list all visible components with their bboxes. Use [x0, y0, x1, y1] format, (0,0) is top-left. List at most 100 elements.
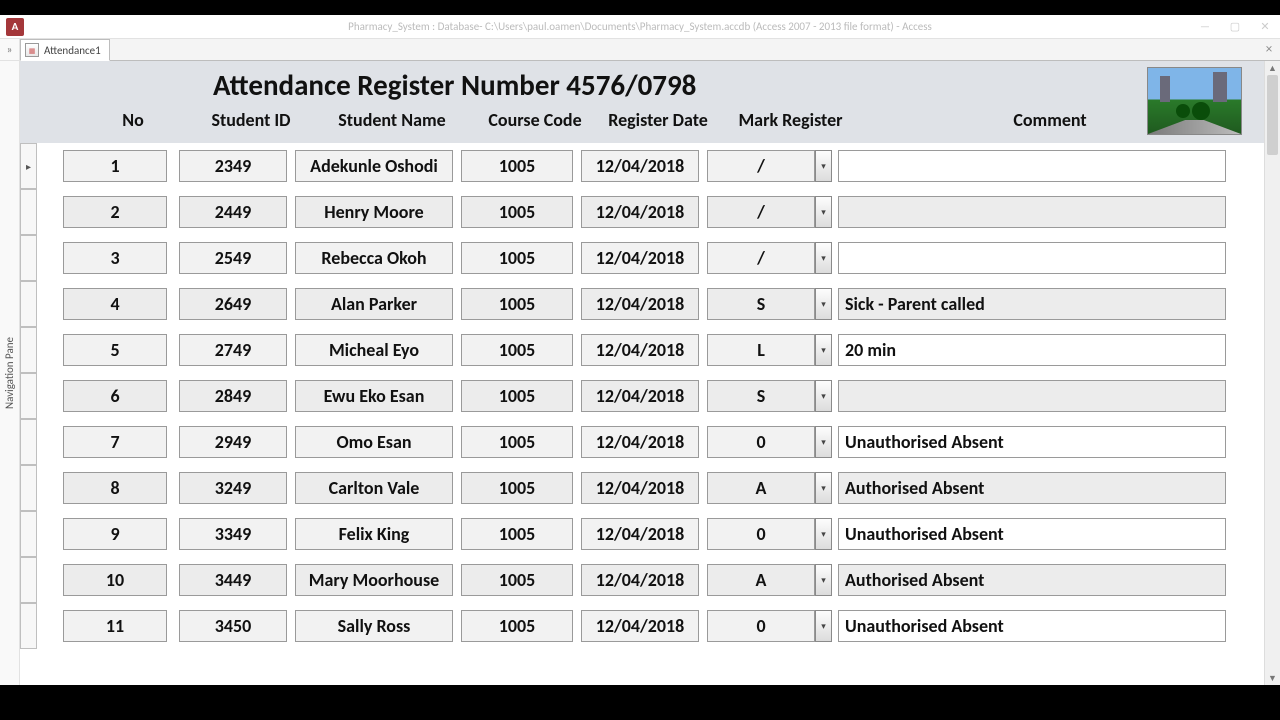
- cell-student-name[interactable]: Micheal Eyo: [295, 334, 453, 366]
- cell-student-id[interactable]: 2749: [179, 334, 287, 366]
- cell-student-name[interactable]: Omo Esan: [295, 426, 453, 458]
- cell-register-date[interactable]: 12/04/2018: [581, 196, 699, 228]
- cell-comment[interactable]: [838, 150, 1226, 182]
- cell-comment[interactable]: [838, 196, 1226, 228]
- vertical-scrollbar[interactable]: ▲ ▼: [1264, 61, 1280, 685]
- cell-student-name[interactable]: Rebecca Okoh: [295, 242, 453, 274]
- cell-no[interactable]: 1: [63, 150, 167, 182]
- cell-student-name[interactable]: Sally Ross: [295, 610, 453, 642]
- cell-course-code[interactable]: 1005: [461, 426, 573, 458]
- cell-mark-register[interactable]: /: [707, 242, 815, 274]
- cell-student-name[interactable]: Ewu Eko Esan: [295, 380, 453, 412]
- cell-no[interactable]: 9: [63, 518, 167, 550]
- record-selector[interactable]: [20, 281, 37, 327]
- mark-dropdown-button[interactable]: ▾: [815, 380, 832, 412]
- mark-dropdown-button[interactable]: ▾: [815, 426, 832, 458]
- record-selector[interactable]: [20, 373, 37, 419]
- cell-no[interactable]: 5: [63, 334, 167, 366]
- cell-register-date[interactable]: 12/04/2018: [581, 150, 699, 182]
- cell-mark-register[interactable]: L: [707, 334, 815, 366]
- cell-no[interactable]: 8: [63, 472, 167, 504]
- cell-student-id[interactable]: 2649: [179, 288, 287, 320]
- tab-close-button[interactable]: ×: [1258, 39, 1280, 60]
- cell-mark-register[interactable]: S: [707, 288, 815, 320]
- record-selector[interactable]: [20, 511, 37, 557]
- scroll-up-arrow-icon[interactable]: ▲: [1265, 61, 1280, 75]
- cell-comment[interactable]: Unauthorised Absent: [838, 610, 1226, 642]
- record-selector[interactable]: [20, 189, 37, 235]
- cell-no[interactable]: 6: [63, 380, 167, 412]
- cell-student-id[interactable]: 3349: [179, 518, 287, 550]
- mark-dropdown-button[interactable]: ▾: [815, 334, 832, 366]
- cell-register-date[interactable]: 12/04/2018: [581, 564, 699, 596]
- cell-mark-register[interactable]: 0: [707, 426, 815, 458]
- cell-student-id[interactable]: 2449: [179, 196, 287, 228]
- cell-course-code[interactable]: 1005: [461, 610, 573, 642]
- window-restore-button[interactable]: ▢: [1220, 20, 1250, 33]
- mark-dropdown-button[interactable]: ▾: [815, 288, 832, 320]
- record-selector[interactable]: [20, 557, 37, 603]
- window-minimize-button[interactable]: —: [1190, 20, 1220, 33]
- window-close-button[interactable]: ✕: [1250, 20, 1280, 33]
- record-selector[interactable]: [20, 235, 37, 281]
- cell-no[interactable]: 4: [63, 288, 167, 320]
- cell-register-date[interactable]: 12/04/2018: [581, 380, 699, 412]
- cell-no[interactable]: 10: [63, 564, 167, 596]
- cell-course-code[interactable]: 1005: [461, 472, 573, 504]
- mark-dropdown-button[interactable]: ▾: [815, 564, 832, 596]
- cell-no[interactable]: 2: [63, 196, 167, 228]
- cell-mark-register[interactable]: /: [707, 150, 815, 182]
- cell-course-code[interactable]: 1005: [461, 380, 573, 412]
- cell-comment[interactable]: Unauthorised Absent: [838, 426, 1226, 458]
- cell-no[interactable]: 11: [63, 610, 167, 642]
- mark-dropdown-button[interactable]: ▾: [815, 610, 832, 642]
- cell-course-code[interactable]: 1005: [461, 564, 573, 596]
- record-selector[interactable]: ▸: [20, 143, 37, 189]
- cell-course-code[interactable]: 1005: [461, 518, 573, 550]
- cell-mark-register[interactable]: S: [707, 380, 815, 412]
- navigation-pane-collapsed[interactable]: Navigation Pane: [0, 61, 20, 685]
- cell-course-code[interactable]: 1005: [461, 242, 573, 274]
- record-selector[interactable]: [20, 327, 37, 373]
- cell-course-code[interactable]: 1005: [461, 334, 573, 366]
- cell-student-id[interactable]: 2349: [179, 150, 287, 182]
- cell-student-id[interactable]: 3449: [179, 564, 287, 596]
- cell-student-id[interactable]: 2849: [179, 380, 287, 412]
- cell-register-date[interactable]: 12/04/2018: [581, 288, 699, 320]
- tab-attendance1[interactable]: ▦ Attendance1: [20, 39, 110, 61]
- cell-student-id[interactable]: 2549: [179, 242, 287, 274]
- cell-mark-register[interactable]: /: [707, 196, 815, 228]
- cell-student-name[interactable]: Carlton Vale: [295, 472, 453, 504]
- cell-register-date[interactable]: 12/04/2018: [581, 242, 699, 274]
- cell-comment[interactable]: 20 min: [838, 334, 1226, 366]
- cell-no[interactable]: 7: [63, 426, 167, 458]
- cell-course-code[interactable]: 1005: [461, 288, 573, 320]
- cell-register-date[interactable]: 12/04/2018: [581, 610, 699, 642]
- mark-dropdown-button[interactable]: ▾: [815, 518, 832, 550]
- cell-comment[interactable]: [838, 242, 1226, 274]
- mark-dropdown-button[interactable]: ▾: [815, 150, 832, 182]
- cell-course-code[interactable]: 1005: [461, 150, 573, 182]
- record-selector[interactable]: [20, 465, 37, 511]
- cell-comment[interactable]: Authorised Absent: [838, 564, 1226, 596]
- cell-mark-register[interactable]: A: [707, 472, 815, 504]
- mark-dropdown-button[interactable]: ▾: [815, 196, 832, 228]
- cell-student-name[interactable]: Alan Parker: [295, 288, 453, 320]
- cell-mark-register[interactable]: A: [707, 564, 815, 596]
- cell-register-date[interactable]: 12/04/2018: [581, 426, 699, 458]
- record-selector[interactable]: [20, 603, 37, 649]
- scroll-down-arrow-icon[interactable]: ▼: [1265, 671, 1280, 685]
- navigation-shutter-button[interactable]: »: [0, 39, 20, 61]
- cell-student-name[interactable]: Felix King: [295, 518, 453, 550]
- mark-dropdown-button[interactable]: ▾: [815, 472, 832, 504]
- cell-student-id[interactable]: 2949: [179, 426, 287, 458]
- scroll-thumb[interactable]: [1267, 75, 1278, 155]
- cell-no[interactable]: 3: [63, 242, 167, 274]
- cell-comment[interactable]: Unauthorised Absent: [838, 518, 1226, 550]
- cell-student-id[interactable]: 3249: [179, 472, 287, 504]
- cell-mark-register[interactable]: 0: [707, 518, 815, 550]
- cell-comment[interactable]: [838, 380, 1226, 412]
- cell-register-date[interactable]: 12/04/2018: [581, 472, 699, 504]
- cell-mark-register[interactable]: 0: [707, 610, 815, 642]
- cell-student-name[interactable]: Henry Moore: [295, 196, 453, 228]
